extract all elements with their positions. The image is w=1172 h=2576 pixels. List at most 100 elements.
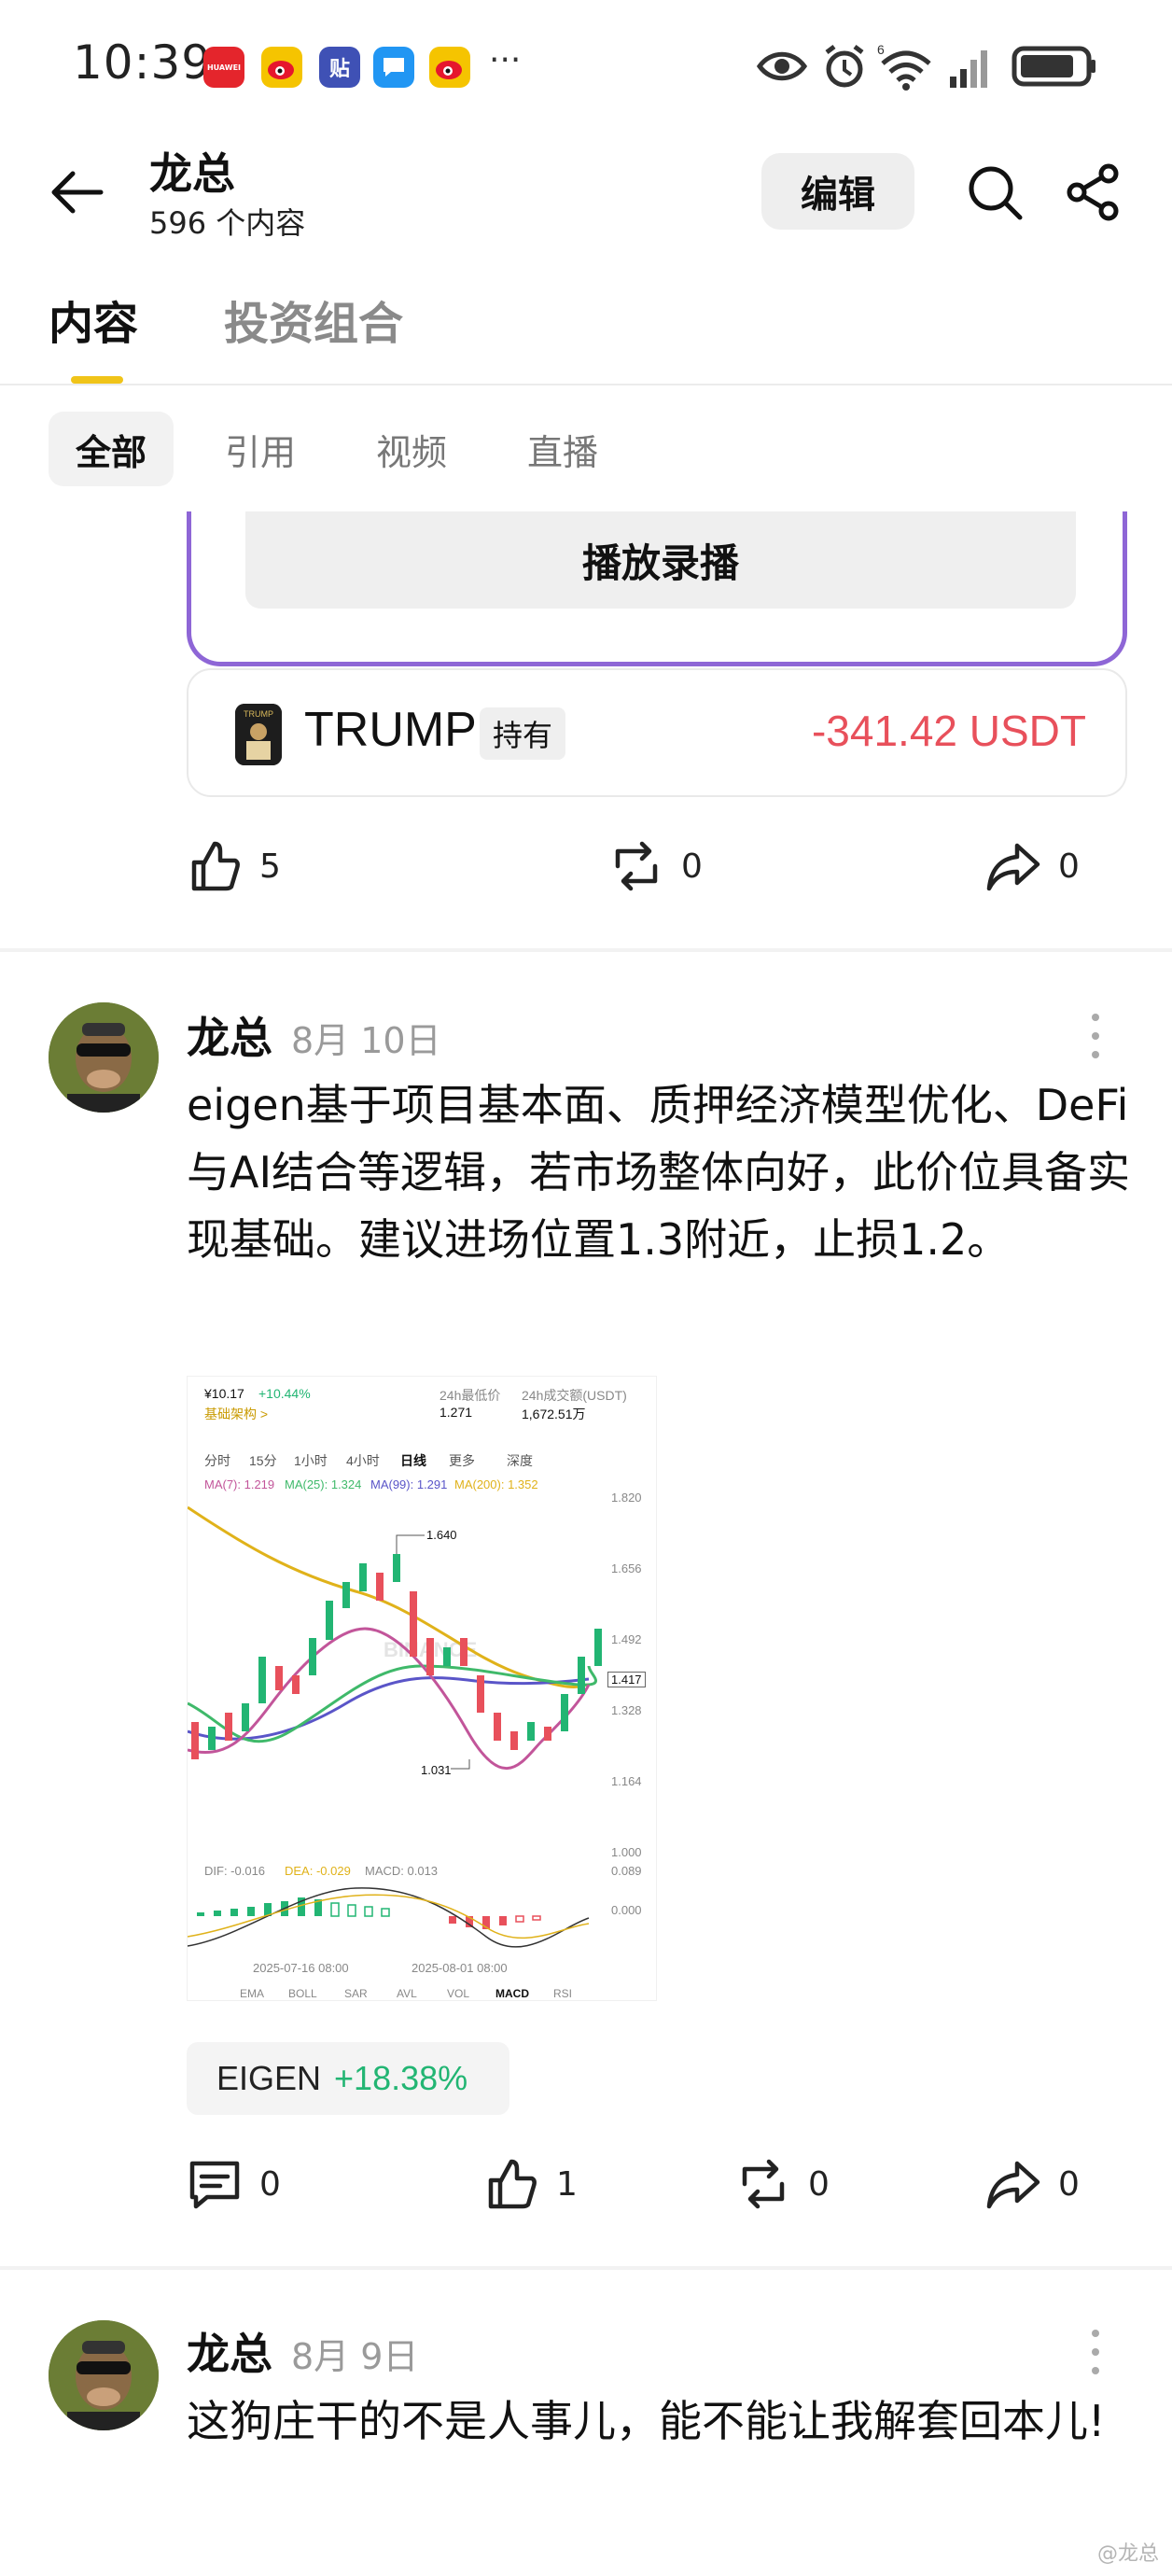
search-icon[interactable]: [965, 162, 1025, 222]
holding-pnl: -341.42 USDT: [811, 707, 1086, 755]
interval-tab: 更多: [449, 1453, 475, 1468]
repost-button[interactable]: 0: [735, 2156, 830, 2212]
interval-tab: 4小时: [346, 1453, 380, 1468]
indicator-tab: BOLL: [288, 1987, 317, 2000]
indicator-tab: EMA: [240, 1987, 265, 2000]
interval-tab: 日线: [400, 1453, 426, 1468]
high-mark: 1.640: [426, 1528, 457, 1542]
huawei-app-icon: HUAWEI: [203, 47, 244, 88]
status-time: 10:39: [73, 35, 213, 90]
repost-button[interactable]: 0: [608, 838, 703, 894]
ticker-pill[interactable]: EIGEN +18.38%: [187, 2042, 509, 2115]
filter-live[interactable]: 直播: [502, 412, 623, 486]
y-tick: 1.164: [611, 1774, 642, 1788]
tab-portfolio[interactable]: 投资组合: [224, 287, 403, 352]
filter-all[interactable]: 全部: [49, 412, 174, 486]
svg-text:TRUMP: TRUMP: [244, 709, 273, 719]
indicator-tab: SAR: [344, 1987, 368, 2000]
main-tabs: 内容 投资组合: [0, 275, 1172, 385]
repost-count: 0: [681, 847, 703, 886]
more-options-icon[interactable]: [1086, 1010, 1105, 1062]
battery-icon: [1012, 46, 1095, 87]
post-author[interactable]: 龙总: [187, 1004, 272, 1066]
post-author[interactable]: 龙总: [187, 2320, 272, 2382]
svg-text:6: 6: [877, 42, 885, 57]
macd-tick: 0.089: [611, 1864, 642, 1878]
live-stream-card: 播放录播: [187, 511, 1127, 666]
chart-volume-value: 1,672.51万: [522, 1407, 586, 1421]
filter-quote[interactable]: 引用: [200, 412, 321, 486]
wifi-icon: 6: [877, 42, 931, 91]
profile-name: 龙总: [149, 148, 235, 199]
profile-header: 龙总 596 个内容 编辑: [0, 131, 1172, 252]
interval-tab: 15分: [249, 1453, 277, 1468]
holding-symbol: TRUMP: [304, 703, 477, 757]
thumbs-up-icon: [488, 2159, 537, 2209]
macd-dea: DEA: -0.029: [285, 1864, 351, 1878]
tieba-app-icon: 贴: [319, 47, 360, 88]
holding-card[interactable]: TRUMP TRUMP 持有 -341.42 USDT: [187, 668, 1127, 797]
indicator-tab: VOL: [447, 1987, 470, 2000]
comment-button[interactable]: 0: [187, 2156, 281, 2212]
repost-icon: [742, 2159, 785, 2209]
more-options-icon[interactable]: [1086, 2326, 1105, 2378]
filter-chips: 全部 引用 视频 直播: [0, 406, 1172, 490]
current-price-box: 1.417: [607, 1672, 646, 1687]
interval-tab: 分时: [204, 1453, 230, 1468]
post-divider: [0, 948, 1172, 952]
indicator-tab: MACD: [495, 1987, 529, 2000]
macd-value: MACD: 0.013: [365, 1864, 439, 1878]
weibo-app-icon-2: [429, 47, 470, 88]
avatar[interactable]: [49, 2320, 159, 2430]
post-date: 8月 10日: [291, 1020, 441, 1061]
eye-icon: [756, 51, 808, 81]
like-count: 5: [259, 847, 281, 886]
post-body: eigen基于项目基本面、质押经济模型优化、DeFi与AI结合等逻辑，若市场整体…: [187, 1080, 1131, 1265]
comment-icon: [189, 2161, 240, 2209]
share-button[interactable]: 0: [985, 2156, 1080, 2212]
avatar[interactable]: [49, 1002, 159, 1113]
post-divider: [0, 2266, 1172, 2270]
play-replay-button[interactable]: 播放录播: [245, 511, 1076, 609]
ticker-symbol: EIGEN: [216, 2059, 322, 2097]
interval-tab: 深度: [507, 1453, 533, 1468]
status-more-dots: ···: [489, 41, 522, 79]
post-date: 8月 9日: [291, 2336, 419, 2377]
alarm-icon: [825, 45, 864, 88]
candlestick-chart: BINANCE: [188, 1505, 602, 1777]
chart-image[interactable]: ¥10.17 +10.44% 基础架构 > 24h最低价 1.271 24h成交…: [187, 1376, 657, 2001]
like-count: 1: [556, 2164, 578, 2204]
status-bar: 10:39 HUAWEI 贴 ··· 6: [0, 0, 1172, 131]
macd-dif: DIF: -0.016: [204, 1864, 266, 1878]
chart-category-tag: 基础架构 >: [204, 1407, 269, 1421]
indicator-tab: AVL: [397, 1987, 417, 2000]
post-body: 这狗庄干的不是人事儿，能不能让我解套回本儿!: [187, 2396, 1106, 2446]
y-tick: 1.000: [611, 1845, 642, 1859]
interval-tab: 1小时: [294, 1453, 328, 1468]
edit-button[interactable]: 编辑: [761, 153, 914, 230]
trump-coin-logo: TRUMP: [235, 704, 282, 765]
chart-price: ¥10.17: [204, 1386, 244, 1401]
thumbs-up-icon: [191, 841, 240, 891]
tab-content[interactable]: 内容: [49, 287, 138, 352]
y-tick: 1.492: [611, 1632, 642, 1646]
active-tab-indicator: [71, 376, 123, 384]
like-button[interactable]: 5: [187, 838, 281, 894]
repost-icon: [615, 841, 658, 891]
share-count: 0: [1058, 2164, 1080, 2204]
y-tick: 1.820: [611, 1491, 642, 1505]
forward-icon: [986, 843, 1040, 891]
macd-tick: 0.000: [611, 1903, 642, 1917]
chart-volume-label: 24h成交额(USDT): [522, 1388, 627, 1403]
back-arrow-icon[interactable]: [47, 162, 106, 222]
filter-video[interactable]: 视频: [351, 412, 472, 486]
repost-count: 0: [808, 2164, 830, 2204]
indicator-tab: RSI: [553, 1987, 573, 2000]
share-icon[interactable]: [1064, 162, 1123, 222]
y-tick: 1.328: [611, 1703, 642, 1717]
ticker-change: +18.38%: [334, 2059, 468, 2097]
like-button[interactable]: 1: [483, 2156, 578, 2212]
chart-low-label: 24h最低价: [440, 1388, 501, 1403]
content-count: 596 个内容: [149, 205, 306, 241]
share-button[interactable]: 0: [985, 838, 1080, 894]
